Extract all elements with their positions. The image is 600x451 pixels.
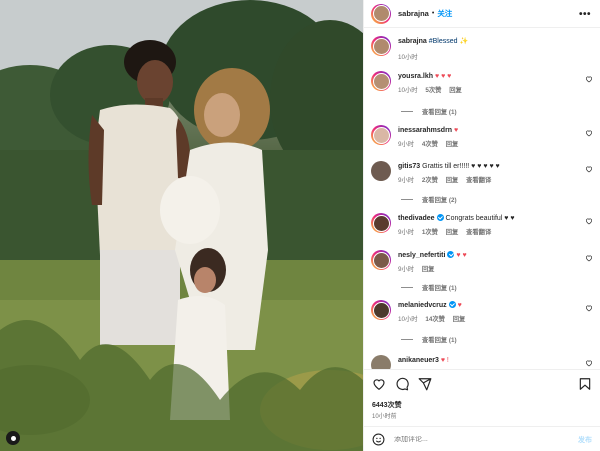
like-heart-icon[interactable]: [585, 165, 593, 173]
comment-time: 9小时: [398, 141, 415, 148]
follow-button[interactable]: 关注: [437, 8, 452, 19]
add-comment-bar: 发布: [364, 426, 600, 451]
comment-time: 9小时: [398, 266, 415, 273]
avatar[interactable]: [371, 213, 391, 233]
comment-username[interactable]: melaniedvcruz: [398, 302, 447, 309]
post-side-panel: sabrajna • 关注 ••• sabrajna #Blessed ✨ 10…: [363, 0, 600, 451]
post-time: 10小时前: [372, 414, 397, 420]
comment-likes[interactable]: 14次赞: [425, 316, 445, 323]
like-heart-icon[interactable]: [585, 129, 593, 137]
comment-username[interactable]: gitis73: [398, 163, 420, 170]
translate-button[interactable]: 查看翻译: [466, 177, 491, 184]
more-horizontal-icon[interactable]: •••: [579, 9, 591, 20]
comment-time: 10小时: [398, 87, 418, 94]
like-heart-icon[interactable]: [372, 377, 386, 391]
post-comment-button[interactable]: 发布: [578, 435, 592, 445]
reply-button[interactable]: 回复: [446, 229, 459, 236]
emoji-icon[interactable]: [372, 433, 385, 446]
comment-text: ♥: [454, 127, 459, 134]
comment-bubble-icon[interactable]: [395, 377, 409, 391]
comment-text: ♥ !: [440, 357, 449, 364]
view-replies-label: 查看回复 (1): [422, 109, 457, 116]
comment-username[interactable]: anikaneuer3: [398, 357, 439, 364]
post-header: sabrajna • 关注 •••: [364, 0, 600, 28]
avatar[interactable]: [371, 250, 391, 270]
comment-likes[interactable]: 2次赞: [422, 177, 438, 184]
like-heart-icon[interactable]: [585, 217, 593, 225]
caption-text[interactable]: #Blessed ✨: [429, 38, 468, 45]
avatar[interactable]: [371, 300, 391, 320]
comment-text: ♥ ♥ ♥: [434, 73, 452, 80]
avatar[interactable]: [371, 125, 391, 145]
author-username[interactable]: sabrajna: [398, 9, 429, 18]
caption-username[interactable]: sabrajna: [398, 38, 427, 45]
comment-time: 9小时: [398, 229, 415, 236]
avatar[interactable]: [371, 71, 391, 91]
translate-button[interactable]: 查看翻译: [466, 229, 491, 236]
reply-button[interactable]: 回复: [422, 266, 435, 273]
separator-dot: •: [431, 10, 435, 17]
post-photo[interactable]: [0, 0, 363, 451]
comment-text: Grattis till er!!!!! ♥ ♥ ♥ ♥ ♥: [422, 163, 500, 170]
reply-button[interactable]: 回复: [446, 141, 459, 148]
verified-badge-icon: [448, 301, 456, 308]
like-heart-icon[interactable]: [585, 254, 593, 262]
reply-button[interactable]: 回复: [449, 87, 462, 94]
comment-text: Congrats beautiful ♥ ♥: [445, 215, 515, 222]
avatar[interactable]: [371, 355, 391, 369]
comment-text: ♥ ♥: [456, 252, 467, 259]
view-replies-label: 查看回复 (1): [422, 337, 457, 344]
view-replies-button[interactable]: 查看回复 (1): [401, 335, 457, 344]
view-replies-label: 查看回复 (1): [422, 285, 457, 292]
reply-button[interactable]: 回复: [453, 316, 466, 323]
comment-username[interactable]: yousra.lkh: [398, 73, 433, 80]
comments-list[interactable]: sabrajna #Blessed ✨ 10小时 yousra.lkh ♥ ♥ …: [364, 29, 600, 369]
view-replies-button[interactable]: 查看回复 (1): [401, 107, 457, 116]
comment-text: ♥: [457, 302, 462, 309]
caption-time: 10小时: [398, 54, 418, 61]
comment-username[interactable]: inessarahmsdrn: [398, 127, 452, 134]
bookmark-icon[interactable]: [578, 377, 592, 391]
avatar[interactable]: [371, 36, 391, 56]
comment-likes[interactable]: 1次赞: [422, 229, 438, 236]
tagged-user-icon[interactable]: [6, 431, 20, 445]
comment-username[interactable]: thedivadee: [398, 215, 435, 222]
comment-username[interactable]: nesly_nefertiti: [398, 252, 445, 259]
photo-illustration: [0, 0, 363, 451]
comment-input[interactable]: [394, 435, 554, 443]
like-heart-icon[interactable]: [585, 75, 593, 83]
verified-badge-icon: [447, 251, 455, 258]
verified-badge-icon: [436, 214, 444, 221]
view-replies-label: 查看回复 (2): [422, 197, 457, 204]
share-send-icon[interactable]: [418, 377, 432, 391]
author-avatar[interactable]: [371, 3, 391, 24]
comment-likes[interactable]: 5次赞: [425, 87, 441, 94]
like-heart-icon[interactable]: [585, 304, 593, 312]
view-replies-button[interactable]: 查看回复 (1): [401, 283, 457, 292]
comment-likes[interactable]: 4次赞: [422, 141, 438, 148]
reply-button[interactable]: 回复: [446, 177, 459, 184]
post-actions: 6443次赞 10小时前: [364, 369, 600, 425]
like-heart-icon[interactable]: [585, 359, 593, 367]
comment-time: 10小时: [398, 316, 418, 323]
avatar[interactable]: [371, 161, 391, 181]
comment-time: 9小时: [398, 177, 415, 184]
likes-count[interactable]: 6443次赞: [372, 400, 402, 410]
view-replies-button[interactable]: 查看回复 (2): [401, 195, 457, 204]
